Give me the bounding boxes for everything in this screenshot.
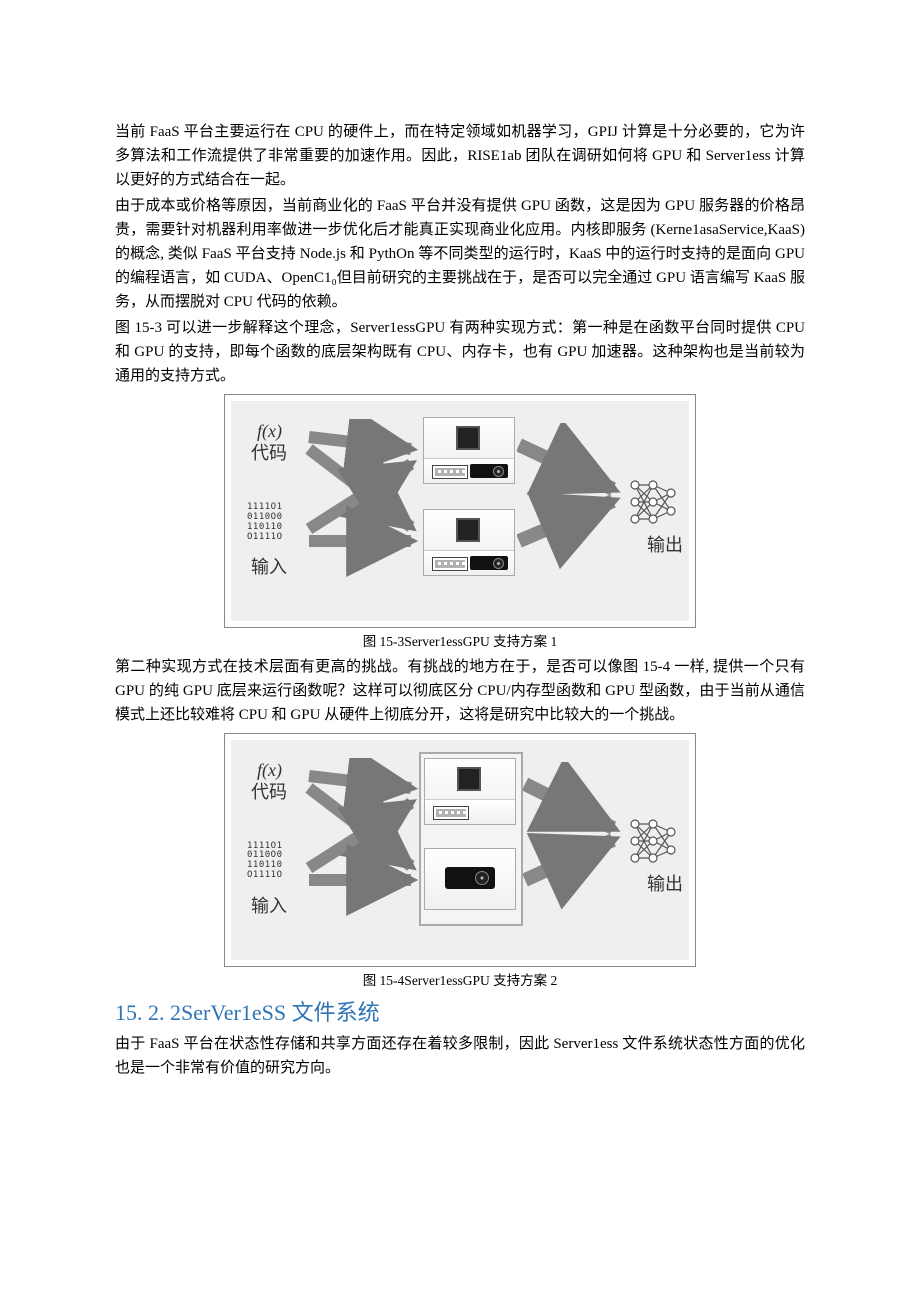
code-label: 代码 [251, 778, 287, 807]
output-label: 输出 [647, 531, 683, 560]
paragraph-1: 当前 FaaS 平台主要运行在 CPU 的硬件上，而在特定领域如机器学习，GPI… [115, 120, 805, 192]
ram-icon [432, 557, 468, 571]
arrows-left [301, 758, 421, 918]
figure-15-4-canvas: f(x) 代码 1111O1 0110O0 110110 O1111O 输入 [231, 740, 689, 960]
figure-15-3-frame: f(x) 代码 1111O1 0110O0 110110 O1111O 输入 [224, 394, 696, 628]
input-symbol: 1111O1 0110O0 110110 O1111O [247, 842, 283, 882]
input-label: 输入 [251, 553, 287, 582]
input-label: 输入 [251, 892, 287, 921]
server-box-2 [423, 509, 515, 576]
arrows-right [517, 423, 627, 573]
output-network-icon [627, 814, 677, 868]
cpu-chip-icon [458, 428, 478, 448]
figure-15-4-caption: 图 15-4Server1essGPU 支持方案 2 [115, 970, 805, 992]
figure-15-3-caption: 图 15-3Server1essGPU 支持方案 1 [115, 631, 805, 653]
arrows-right [523, 762, 627, 912]
server-box-gpu [424, 848, 516, 910]
paragraph-4: 第二种实现方式在技术层面有更高的挑战。有挑战的地方在于，是否可以像图 15-4 … [115, 655, 805, 727]
cpu-chip-icon [459, 769, 479, 789]
input-symbol: 1111O1 0110O0 110110 O1111O [247, 503, 283, 543]
gpu-card-icon [470, 464, 508, 478]
figure-15-3-canvas: f(x) 代码 1111O1 0110O0 110110 O1111O 输入 [231, 401, 689, 621]
section-heading-15-2-2: 15. 2. 2SerVer1eSS 文件系统 [115, 995, 805, 1030]
paragraph-2: 由于成本或价格等原因，当前商业化的 FaaS 平台并没有提供 GPU 函数，这是… [115, 194, 805, 314]
cpu-chip-icon [458, 520, 478, 540]
paragraph-3: 图 15-3 可以进一步解释这个理念，Server1essGPU 有两种实现方式… [115, 316, 805, 388]
ram-icon [432, 465, 468, 479]
figure-15-3: f(x) 代码 1111O1 0110O0 110110 O1111O 输入 [115, 394, 805, 653]
ram-icon [433, 806, 469, 820]
paragraph-5: 由于 FaaS 平台在状态性存储和共享方面还存在着较多限制，因此 Server1… [115, 1032, 805, 1080]
output-network-icon [627, 475, 677, 529]
figure-15-4: f(x) 代码 1111O1 0110O0 110110 O1111O 输入 [115, 733, 805, 992]
server-box-cpu [424, 758, 516, 825]
gpu-card-icon [470, 556, 508, 570]
figure-15-4-frame: f(x) 代码 1111O1 0110O0 110110 O1111O 输入 [224, 733, 696, 967]
gpu-card-icon [445, 867, 495, 889]
arrows-left [301, 419, 421, 579]
code-label: 代码 [251, 439, 287, 468]
server-box-1 [423, 417, 515, 484]
output-label: 输出 [647, 870, 683, 899]
